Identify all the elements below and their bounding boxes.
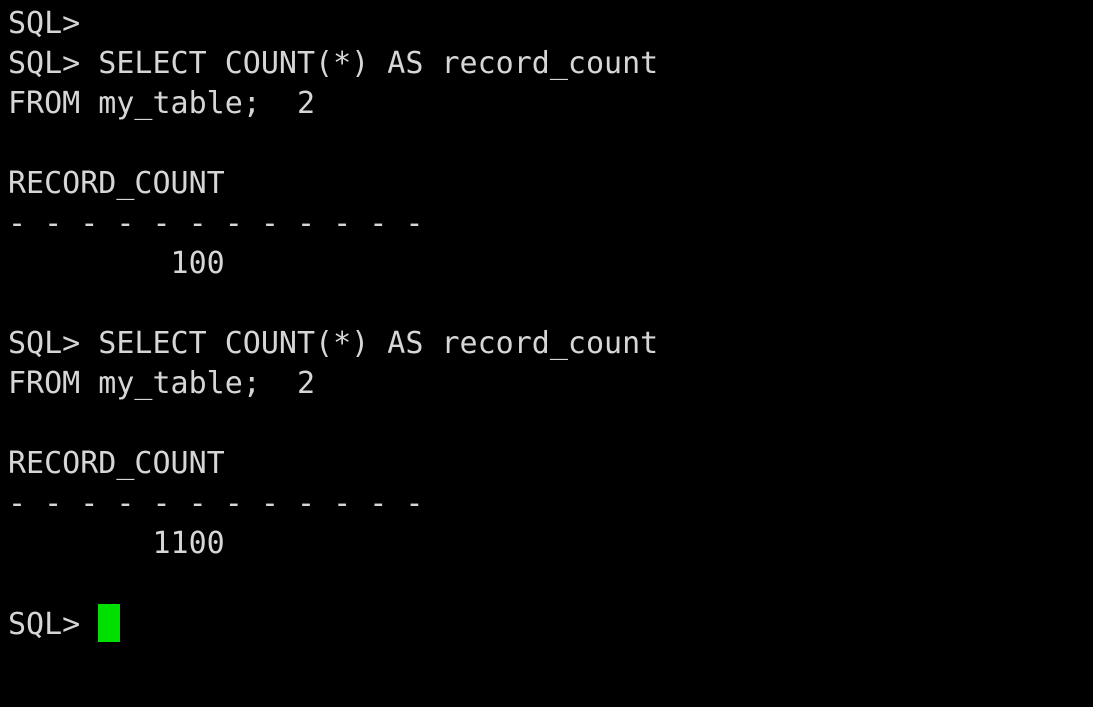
terminal-line-blank-2 (8, 284, 1088, 324)
terminal-line-command-1: SQL> SELECT COUNT(*) AS record_count (8, 46, 659, 81)
terminal-line-blank-4 (8, 564, 1088, 604)
terminal-line-continuation-1: FROM my_table; 2 (8, 86, 316, 121)
terminal-line-active-prompt[interactable]: SQL> (8, 604, 1088, 644)
terminal-window[interactable]: SQL> SQL> SELECT COUNT(*) AS record_coun… (0, 0, 1093, 707)
terminal-line-blank-3 (8, 404, 1088, 444)
terminal-line-column-header-1: RECORD_COUNT (8, 166, 225, 201)
terminal-screen[interactable]: SQL> SQL> SELECT COUNT(*) AS record_coun… (8, 4, 1088, 644)
terminal-line-continuation-2: FROM my_table; 2 (8, 366, 316, 401)
text-cursor[interactable] (98, 604, 121, 642)
terminal-line-separator-1: - - - - - - - - - - - - (8, 206, 424, 241)
terminal-line-prompt-empty: SQL> (8, 6, 81, 41)
terminal-line-result-value-1: 100 (8, 246, 225, 281)
terminal-line-column-header-2: RECORD_COUNT (8, 446, 225, 481)
terminal-line-blank-1 (8, 124, 1088, 164)
terminal-line-result-value-2: 1100 (8, 526, 225, 561)
terminal-line-separator-2: - - - - - - - - - - - - (8, 486, 424, 521)
terminal-line-command-2: SQL> SELECT COUNT(*) AS record_count (8, 326, 659, 361)
prompt-text: SQL> (8, 607, 99, 642)
